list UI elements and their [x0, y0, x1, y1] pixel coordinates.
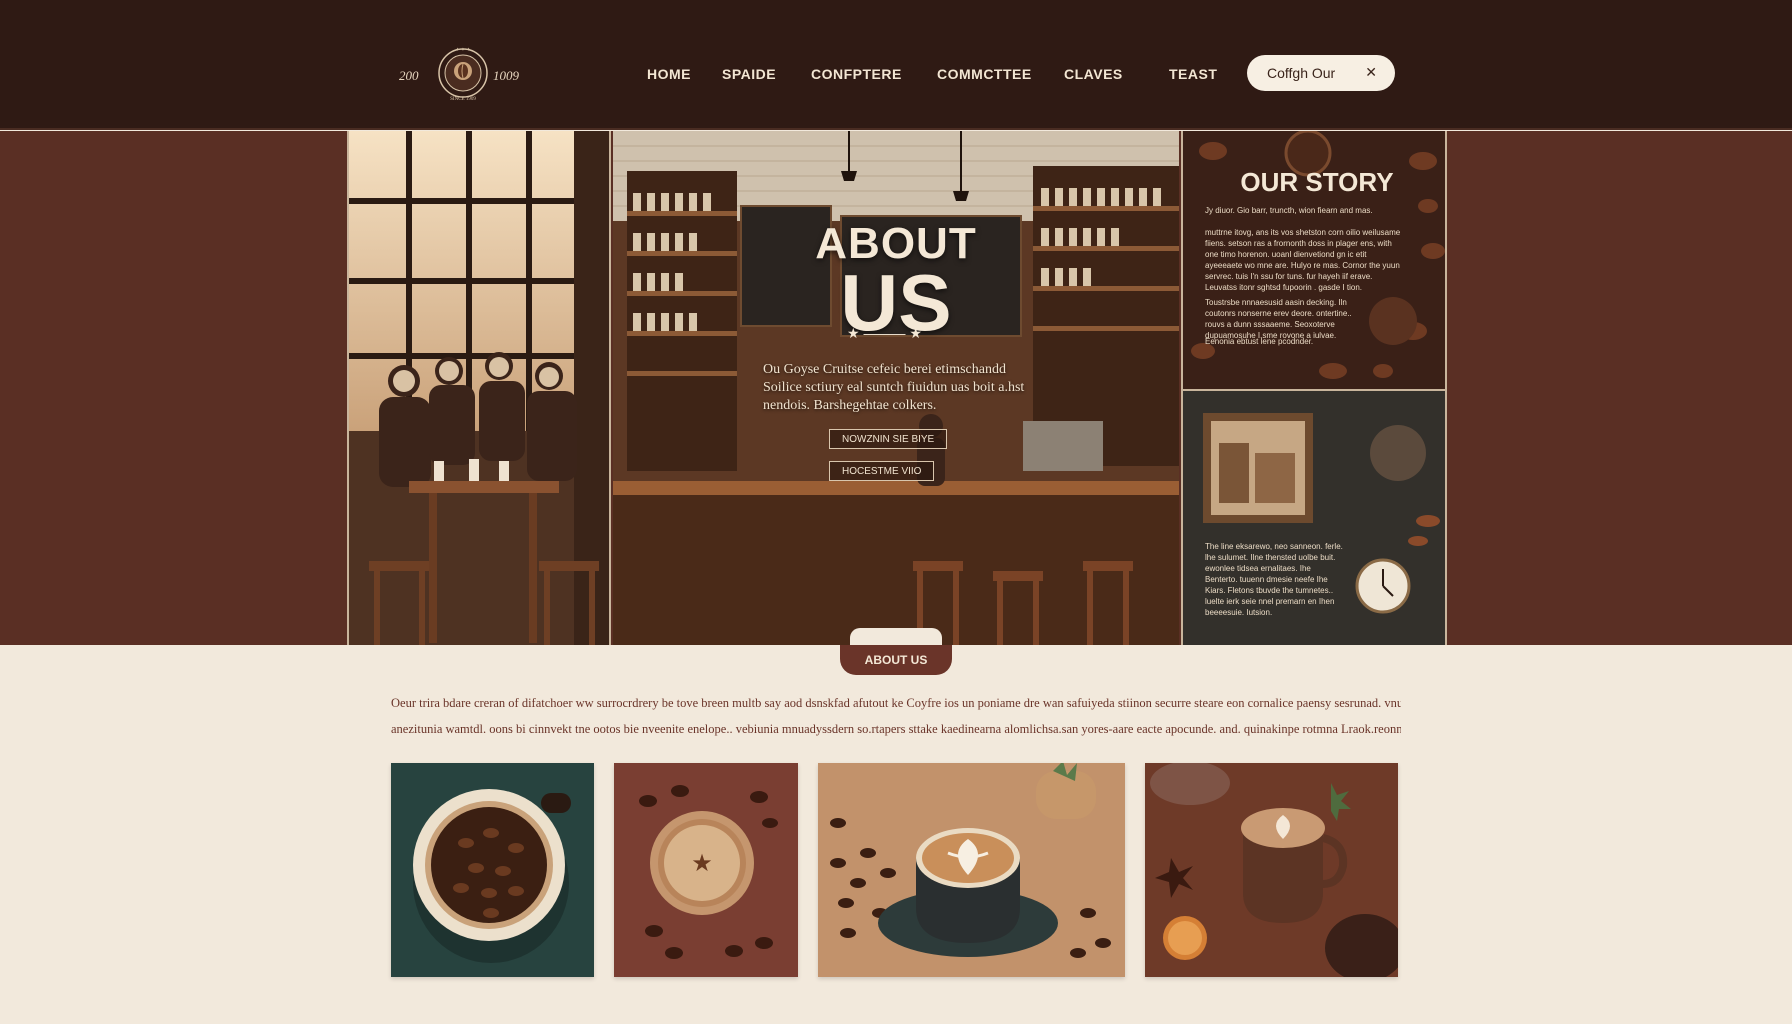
- cafe-interior-image: ABOUT US ★ ——— ★ Ou Goyse Cruitse cefeic…: [613, 131, 1179, 645]
- espresso-star-cup-image: ★: [614, 763, 798, 977]
- about-copy-line-2: anezitunia wamtdl. oons bi cinnvekt tne …: [391, 722, 1401, 736]
- close-icon[interactable]: ✕: [1365, 64, 1377, 81]
- story-paragraph-5: The line eksarewo, neo sanneon. ferle. l…: [1205, 542, 1343, 617]
- nav-spaide[interactable]: SPAIDE: [722, 66, 776, 82]
- hero-primary-button[interactable]: NOWZNIN SIE BIYE: [829, 429, 948, 449]
- our-story-panel: OUR STORY Jy diuor. Gio barr, truncth, w…: [1181, 131, 1445, 645]
- about-tab-notch: [850, 628, 942, 646]
- latte-art-cup-image: [818, 763, 1125, 977]
- nav-home[interactable]: HOME: [647, 66, 691, 82]
- story-paragraph-3: Toustrsbe nnnaesusid aasin decking. Iln …: [1205, 298, 1352, 340]
- nav-confptere[interactable]: CONFPTERE: [811, 66, 902, 82]
- svg-text:★: ★: [691, 849, 713, 877]
- main-nav: HOME SPAIDE CONFPTERE COMMCTTEE CLAVES T…: [0, 66, 1792, 86]
- nav-claves[interactable]: CLAVES: [1064, 66, 1123, 82]
- spiced-latte-mug-image: [1145, 763, 1398, 977]
- story-vintage-photo: The line eksarewo, neo sanneon. ferle. l…: [1183, 389, 1445, 645]
- seal-caption: SINCE 1909: [450, 97, 476, 102]
- story-paragraph-2: muttrne itovg, ans its vos shetston corn…: [1205, 228, 1401, 292]
- coffee-beans-cup-image: [391, 763, 594, 977]
- hero-stars-divider: ★ ——— ★: [847, 325, 922, 341]
- hero-blurb: Ou Goyse Cruitse cefeic berei etimschand…: [763, 362, 1025, 413]
- hero-collage: ABOUT US ★ ——— ★ Ou Goyse Cruitse cefeic…: [347, 131, 1447, 645]
- hero-secondary-button[interactable]: HOCESTME VIIO: [829, 461, 935, 481]
- cta-label: Coffgh Our: [1267, 65, 1336, 81]
- story-title: OUR STORY: [1240, 167, 1394, 197]
- nav-teast[interactable]: TEAST: [1169, 66, 1217, 82]
- about-copy-line-1: Oeur trira bdare creran of difatchoer ww…: [391, 696, 1401, 710]
- story-paragraph-1: Jy diuor. Gio barr, truncth, wion fiearn…: [1205, 206, 1373, 215]
- about-us-pill[interactable]: ABOUT US: [840, 645, 952, 675]
- nav-commcttee[interactable]: COMMCTTEE: [937, 66, 1032, 82]
- cafe-window-image: [349, 131, 611, 645]
- header-cta-button[interactable]: Coffgh Our ✕: [1247, 55, 1395, 91]
- story-paragraph-4: Eenonia ebtust lene pcodnder.: [1205, 337, 1314, 346]
- svg-text:✦ ✦ ✦: ✦ ✦ ✦: [455, 47, 470, 53]
- site-header: 200 ✦ ✦ ✦ SINCE 1909 1009 HOME SPAIDE CO…: [0, 0, 1792, 130]
